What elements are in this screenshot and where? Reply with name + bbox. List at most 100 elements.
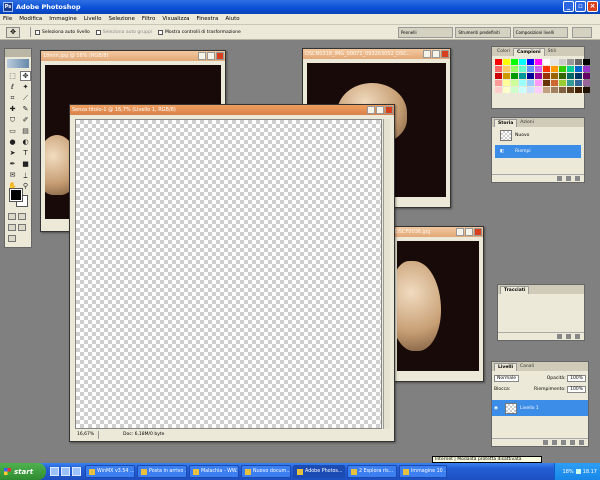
magic-wand-tool-icon[interactable]: ✦	[20, 82, 31, 92]
auto-select-groups-option[interactable]: Seleziona auto gruppi	[95, 29, 152, 35]
eraser-tool-icon[interactable]: ▭	[7, 126, 18, 136]
history-item-nuovo[interactable]: Nuovo	[495, 129, 581, 142]
tab-livelli[interactable]: Livelli	[494, 363, 518, 371]
type-tool-icon[interactable]: T	[20, 148, 31, 158]
layer-row[interactable]: ◉ Livello 1	[492, 400, 588, 416]
color-swatch[interactable]	[567, 87, 574, 93]
color-swatch[interactable]	[535, 59, 542, 65]
minimize-icon[interactable]	[198, 52, 206, 60]
maximize-icon[interactable]	[432, 50, 440, 58]
show-transform-option[interactable]: Mostra controlli di trasformazione	[157, 29, 241, 35]
taskbar-item[interactable]: WinMX v3.54 ...	[85, 465, 135, 478]
close-icon[interactable]	[441, 50, 449, 58]
screen-mode-full-icon[interactable]	[18, 224, 26, 231]
zoom-level[interactable]: 16,67%	[75, 431, 99, 439]
color-swatch[interactable]	[503, 87, 510, 93]
color-swatch[interactable]	[543, 59, 550, 65]
color-swatch[interactable]	[567, 73, 574, 79]
menu-livello[interactable]: Livello	[84, 16, 102, 22]
taskbar-item-active[interactable]: Adobe Photos...	[293, 465, 345, 478]
color-swatch[interactable]	[511, 59, 518, 65]
maximize-icon[interactable]	[465, 228, 473, 236]
maximize-icon[interactable]	[376, 106, 384, 114]
color-swatch[interactable]	[551, 87, 558, 93]
move-tool-icon[interactable]: ✥	[20, 71, 31, 81]
color-swatch[interactable]	[527, 87, 534, 93]
tab-stili[interactable]: Stili	[545, 48, 559, 56]
menu-selezione[interactable]: Selezione	[108, 16, 134, 22]
maximize-icon[interactable]: ▫	[575, 1, 586, 12]
color-swatch[interactable]	[551, 59, 558, 65]
move-tool-icon[interactable]: ✥	[6, 26, 20, 38]
close-icon[interactable]	[216, 52, 224, 60]
minimize-icon[interactable]: _	[563, 1, 574, 12]
auto-select-groups-checkbox[interactable]	[95, 29, 101, 35]
clock[interactable]: 18.17	[583, 469, 597, 475]
close-icon[interactable]	[474, 228, 482, 236]
opacity-field[interactable]: 100%	[567, 375, 586, 382]
color-swatch[interactable]	[551, 73, 558, 79]
brush-tool-icon[interactable]: ✎	[20, 104, 31, 114]
link-icon[interactable]	[543, 440, 548, 445]
marquee-tool-icon[interactable]: ⬚	[7, 71, 18, 81]
taskbar-item[interactable]: Nuovo docum...	[241, 465, 291, 478]
color-swatch[interactable]	[551, 66, 558, 72]
minimize-icon[interactable]	[367, 106, 375, 114]
document-window-dscf0036[interactable]: DSCF0036.jpg	[392, 226, 484, 382]
color-swatch[interactable]	[535, 87, 542, 93]
color-swatch[interactable]	[551, 80, 558, 86]
color-swatch[interactable]	[511, 87, 518, 93]
vertical-scrollbar[interactable]	[383, 119, 390, 429]
document-title-bar[interactable]: DSCF0036.jpg	[393, 227, 483, 237]
document-title-bar[interactable]: Senza titolo-1 @ 16,7% (Livello 1, RGB/8…	[70, 105, 394, 115]
color-swatch[interactable]	[535, 66, 542, 72]
auto-select-layer-option[interactable]: Seleziona auto livello	[35, 29, 90, 35]
jump-to-imageready-icon[interactable]	[8, 235, 16, 242]
standard-mode-icon[interactable]	[8, 213, 16, 220]
color-swatch[interactable]	[543, 87, 550, 93]
document-title-bar[interactable]: 18min.jpg @ 16% (RGB/8)	[41, 51, 225, 61]
color-swatch[interactable]	[575, 59, 582, 65]
mask-icon[interactable]	[561, 440, 566, 445]
layer-style-icon[interactable]	[552, 440, 557, 445]
trash-icon[interactable]	[579, 440, 584, 445]
color-swatch[interactable]	[559, 80, 566, 86]
menu-aiuto[interactable]: Aiuto	[225, 16, 239, 22]
clone-stamp-icon[interactable]: ⛉	[7, 115, 18, 125]
close-icon[interactable]: ×	[587, 1, 598, 12]
well-brushes-tab[interactable]: Pennelli	[398, 27, 454, 38]
menu-immagine[interactable]: Immagine	[49, 16, 77, 22]
color-swatch[interactable]	[519, 66, 526, 72]
tab-azioni[interactable]: Azioni	[517, 119, 537, 127]
color-swatch[interactable]	[511, 73, 518, 79]
crop-tool-icon[interactable]: ⌗	[7, 93, 18, 103]
menu-modifica[interactable]: Modifica	[19, 16, 42, 22]
color-swatch[interactable]	[503, 80, 510, 86]
blur-tool-icon[interactable]: ●	[7, 137, 18, 147]
color-swatch[interactable]	[575, 87, 582, 93]
trash-icon[interactable]	[575, 334, 580, 339]
color-swatch[interactable]	[511, 80, 518, 86]
document-title-bar[interactable]: DSCN0318_IMG_00071_093263052_DSC...	[303, 49, 450, 59]
new-snapshot-icon[interactable]	[566, 176, 571, 181]
color-swatch[interactable]	[559, 59, 566, 65]
eyedropper-tool-icon[interactable]: ⍊	[20, 170, 31, 180]
shape-tool-icon[interactable]: ■	[20, 159, 31, 169]
taskbar-item[interactable]: Immagine 10 ...	[399, 465, 447, 478]
menu-finestra[interactable]: Finestra	[197, 16, 219, 22]
color-swatch[interactable]	[583, 66, 590, 72]
color-swatch[interactable]	[543, 73, 550, 79]
workspace-button[interactable]	[572, 27, 592, 38]
path-selection-icon[interactable]: ➤	[7, 148, 18, 158]
toolbox-header[interactable]	[5, 49, 31, 57]
transparent-canvas[interactable]	[75, 119, 382, 429]
notes-tool-icon[interactable]: ✉	[7, 170, 18, 180]
color-swatch[interactable]	[535, 73, 542, 79]
history-brush-icon[interactable]: ✐	[20, 115, 31, 125]
taskbar-item[interactable]: Posta in arrivo ...	[137, 465, 187, 478]
blend-mode-select[interactable]: Normale	[494, 375, 520, 382]
tab-canali[interactable]: Canali	[517, 363, 537, 371]
color-swatch[interactable]	[583, 87, 590, 93]
adobe-online-icon[interactable]	[7, 59, 29, 68]
color-swatch[interactable]	[559, 66, 566, 72]
